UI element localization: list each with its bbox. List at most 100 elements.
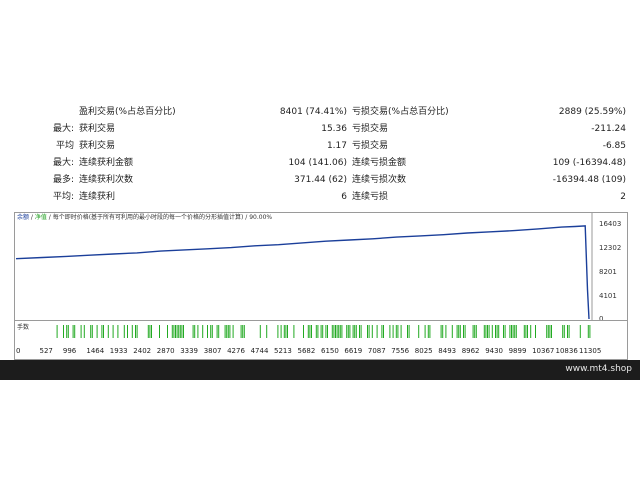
x-tick-label: 1464 bbox=[86, 347, 105, 355]
deal-bar bbox=[135, 325, 136, 338]
deal-bar bbox=[192, 325, 194, 338]
deal-bar bbox=[427, 325, 429, 338]
deal-bar bbox=[474, 325, 476, 338]
x-tick-label: 9430 bbox=[485, 347, 504, 355]
x-tick-label: 6619 bbox=[344, 347, 363, 355]
deal-bar bbox=[179, 325, 181, 338]
deal-bar bbox=[67, 325, 69, 338]
deal-bar bbox=[173, 325, 175, 338]
deal-bar bbox=[101, 325, 103, 338]
x-tick-label: 4276 bbox=[227, 347, 245, 355]
deal-bar bbox=[397, 325, 399, 338]
deal-bar bbox=[407, 325, 408, 338]
profit-value: 15.36 bbox=[321, 124, 347, 134]
deal-bar bbox=[224, 325, 226, 338]
deal-bar bbox=[503, 325, 504, 338]
deal-bar bbox=[107, 325, 109, 338]
deal-bar bbox=[277, 325, 279, 338]
deal-bar bbox=[424, 325, 426, 338]
deal-bar bbox=[567, 325, 568, 338]
deal-bar bbox=[197, 325, 199, 338]
deal-bar bbox=[456, 325, 458, 338]
x-tick-label: 5213 bbox=[274, 347, 292, 355]
footer-bar: www.mt4.shop bbox=[0, 360, 640, 380]
deal-bar bbox=[549, 325, 551, 338]
stats-row: 盈利交易(%占总百分比) 8401 (74.41%) 亏损交易(%占总百分比) … bbox=[0, 104, 640, 121]
deal-bar bbox=[83, 325, 85, 338]
deal-bar bbox=[287, 325, 288, 338]
deal-bar bbox=[218, 325, 220, 338]
deal-bar bbox=[331, 325, 333, 338]
profit-label: 获利交易 bbox=[79, 141, 116, 151]
deal-bar bbox=[136, 325, 138, 338]
deal-bar bbox=[354, 325, 356, 338]
deal-bar bbox=[240, 325, 242, 338]
deal-bar bbox=[232, 325, 234, 338]
deal-bar bbox=[325, 325, 327, 338]
profit-label: 获利交易 bbox=[79, 124, 116, 134]
deal-bar bbox=[527, 325, 528, 338]
deal-bar bbox=[547, 325, 549, 338]
deal-bar bbox=[171, 325, 173, 338]
deal-bar bbox=[587, 325, 589, 338]
deal-bar bbox=[229, 325, 231, 338]
y-tick-label: 8201 bbox=[599, 268, 617, 276]
profit-value: 1.17 bbox=[326, 141, 347, 151]
deal-bar bbox=[523, 325, 525, 338]
deal-bar bbox=[376, 325, 378, 338]
deal-bar bbox=[303, 325, 304, 338]
deal-bar bbox=[266, 325, 268, 338]
deal-bar bbox=[103, 325, 104, 338]
deal-bar bbox=[178, 325, 180, 338]
deal-bar bbox=[579, 325, 581, 338]
y-tick-label: 0 bbox=[599, 315, 604, 323]
deal-bar bbox=[504, 325, 506, 338]
deal-bar bbox=[202, 325, 204, 338]
deal-bar bbox=[495, 325, 496, 338]
x-tick-label: 8493 bbox=[438, 347, 457, 355]
deal-bar bbox=[383, 325, 384, 338]
deal-bar bbox=[74, 325, 76, 338]
deal-bar bbox=[381, 325, 383, 338]
profit-label: 连续获利金额 bbox=[79, 158, 134, 168]
deals-separator bbox=[15, 320, 627, 321]
row-prefix: 最多: bbox=[52, 175, 74, 185]
deal-bar bbox=[322, 325, 324, 338]
deal-bar bbox=[159, 325, 160, 338]
loss-label: 亏损交易 bbox=[352, 141, 389, 151]
loss-value: -211.24 bbox=[591, 124, 626, 134]
x-tick-label: 2870 bbox=[156, 347, 175, 355]
deal-bar bbox=[563, 325, 565, 338]
deal-bar bbox=[498, 325, 500, 338]
deal-bar bbox=[511, 325, 512, 338]
x-tick-label: 6150 bbox=[321, 347, 339, 355]
deal-bar bbox=[149, 325, 151, 338]
loss-label: 亏损交易(%占总百分比) bbox=[352, 107, 449, 117]
x-tick-label: 8025 bbox=[414, 347, 433, 355]
deal-bar bbox=[395, 325, 397, 338]
x-tick-label: 527 bbox=[39, 347, 53, 355]
x-tick-label: 7556 bbox=[391, 347, 410, 355]
deal-bar bbox=[367, 325, 368, 338]
deal-bar bbox=[243, 325, 245, 338]
deal-bar bbox=[389, 325, 391, 338]
deal-bar bbox=[91, 325, 93, 338]
deal-bar bbox=[509, 325, 511, 338]
x-tick-label: 4744 bbox=[250, 347, 269, 355]
deals-bars bbox=[56, 325, 591, 338]
profit-value: 8401 (74.41%) bbox=[279, 107, 347, 117]
x-tick-label: 10367 bbox=[532, 347, 555, 355]
loss-label: 亏损交易 bbox=[352, 124, 389, 134]
x-tick-label: 9899 bbox=[508, 347, 527, 355]
y-tick-label: 4101 bbox=[599, 292, 617, 300]
deal-bar bbox=[338, 325, 340, 338]
deal-bar bbox=[535, 325, 536, 338]
deal-bar bbox=[90, 325, 92, 338]
profit-label: 连续获利 bbox=[79, 192, 116, 202]
deal-bar bbox=[459, 325, 461, 338]
stats-row: 平均 获利交易 1.17 亏损交易 -6.85 bbox=[0, 138, 640, 155]
deal-bar bbox=[259, 325, 261, 338]
deal-bar bbox=[472, 325, 474, 338]
deal-bar bbox=[320, 325, 322, 338]
deal-bar bbox=[63, 325, 64, 338]
